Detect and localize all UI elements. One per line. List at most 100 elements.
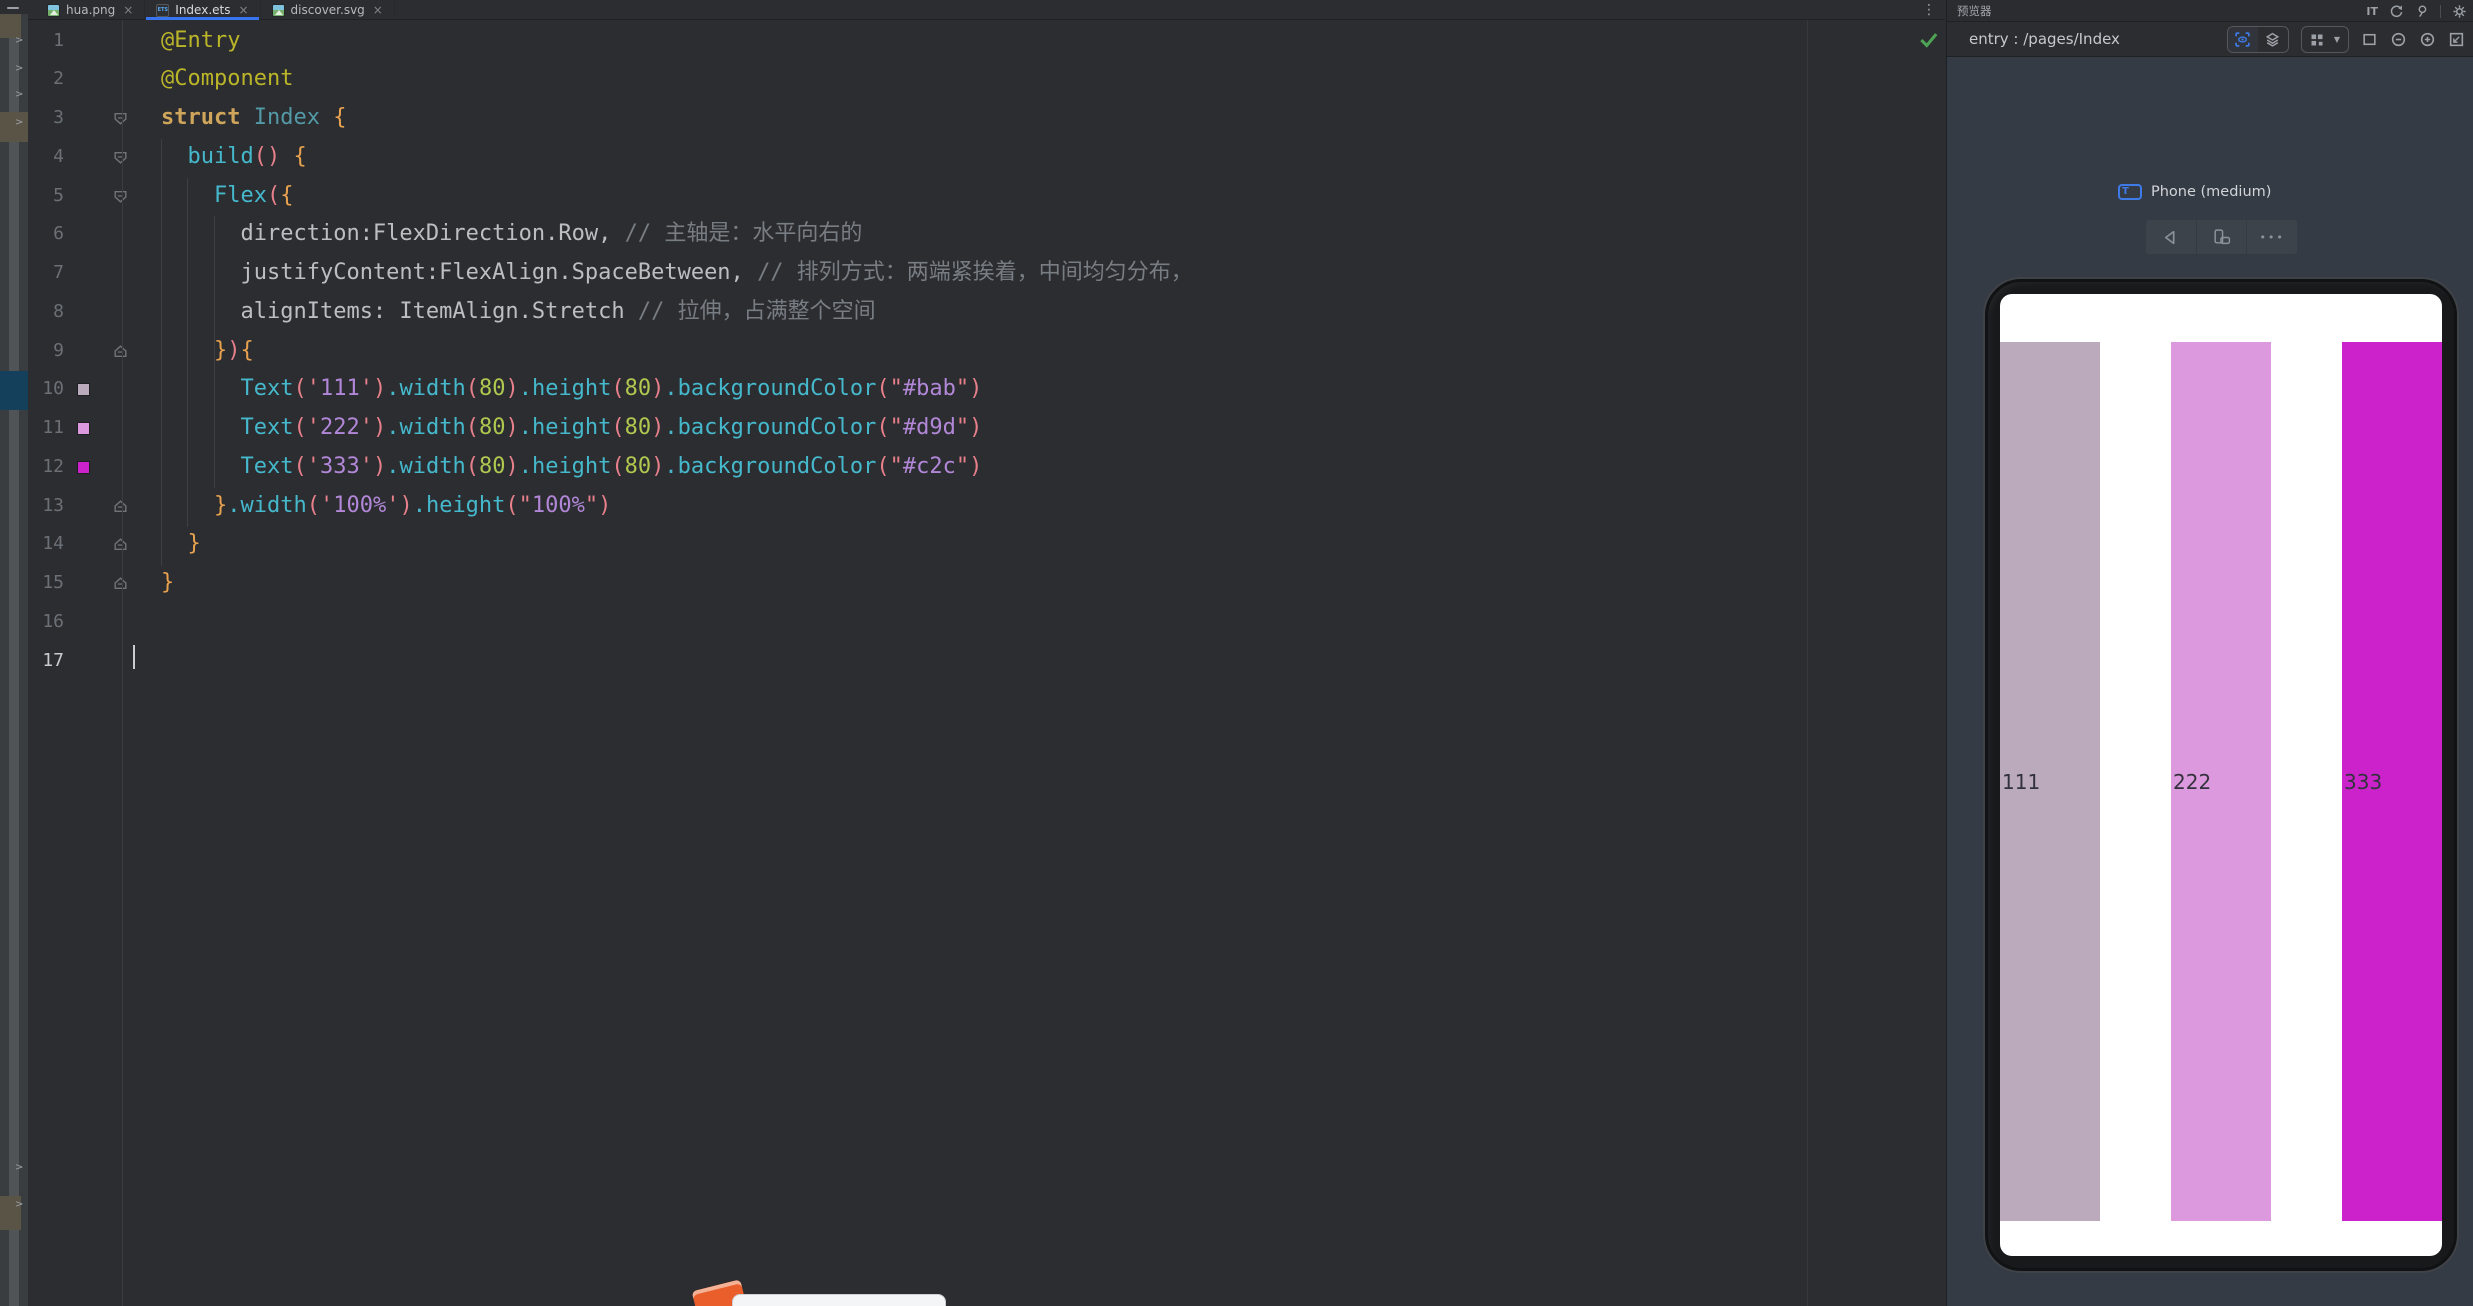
- phone-screen: 111 222 333: [2000, 294, 2442, 1256]
- line-number: 9: [53, 339, 64, 361]
- tab-label: Index.ets: [175, 3, 231, 17]
- code-line[interactable]: }: [161, 564, 174, 603]
- code-token: 80: [624, 376, 652, 402]
- line-number: 1: [53, 29, 64, 51]
- code-token: ': [306, 453, 320, 479]
- code-line[interactable]: }.width('100%').height("100%"): [161, 487, 611, 526]
- tool-strip-handle[interactable]: [7, 7, 19, 9]
- fold-close-icon[interactable]: [112, 343, 129, 360]
- code-token: ": [955, 415, 970, 441]
- code-line[interactable]: build() {: [161, 138, 307, 177]
- tree-item-block: [0, 112, 28, 142]
- color-swatch[interactable]: [77, 383, 90, 397]
- gear-icon[interactable]: [2452, 4, 2467, 19]
- code-token: (: [293, 415, 307, 441]
- close-tab-icon[interactable]: ×: [123, 4, 133, 16]
- fit-to-screen-icon[interactable]: [2448, 31, 2465, 48]
- code-token: (: [465, 376, 479, 402]
- code-token: ): [651, 453, 665, 479]
- left-tool-stripe[interactable]: > > > > > >: [0, 14, 28, 1306]
- code-line[interactable]: }){: [161, 332, 254, 371]
- editor-tab[interactable]: hua.png ×: [36, 0, 146, 20]
- code-token: 222: [319, 415, 360, 441]
- tree-chevron-icon: >: [15, 89, 24, 100]
- zoom-in-icon[interactable]: [2419, 31, 2436, 48]
- code-token: (: [876, 453, 890, 479]
- code-token: 80: [478, 415, 506, 441]
- color-swatch[interactable]: [77, 422, 90, 436]
- close-tab-icon[interactable]: ×: [373, 4, 383, 16]
- code-line[interactable]: @Entry: [161, 22, 240, 61]
- layers-button[interactable]: [2258, 27, 2288, 52]
- text-mode-icon[interactable]: IT: [2366, 5, 2378, 18]
- code-token: ": [584, 492, 599, 518]
- code-token: ': [306, 376, 320, 402]
- code-token: // 排列方式：两端紧挨着，中间均匀分布，: [757, 260, 1193, 286]
- gutter-row: 3: [28, 99, 127, 138]
- line-number: 7: [53, 262, 64, 284]
- code-token: Flex: [213, 182, 267, 208]
- code-line[interactable]: justifyContent:FlexAlign.SpaceBetween, /…: [161, 254, 1193, 293]
- components-grid-icon: [2302, 27, 2332, 52]
- line-number: 14: [42, 533, 64, 555]
- code-token: ): [651, 415, 665, 441]
- gutter-row: 12: [28, 448, 122, 487]
- code-line[interactable]: struct Index {: [161, 99, 346, 138]
- inspections-ok-check-icon[interactable]: [1919, 30, 1938, 49]
- color-swatch[interactable]: [77, 460, 90, 474]
- editor-tab[interactable]: discover.svg ×: [261, 0, 395, 20]
- code-token: }: [187, 531, 201, 557]
- code-lines[interactable]: @Entry @Component struct Index { build() {…: [161, 22, 1945, 1306]
- code-token: .backgroundColor: [664, 453, 877, 479]
- code-token: justifyContent:FlexAlign.SpaceBetween,: [240, 260, 744, 286]
- code-token: .height: [518, 415, 612, 441]
- code-token: (: [465, 453, 479, 479]
- stripe-scrollbar[interactable]: [9, 14, 19, 1306]
- gutter-row: 13: [28, 487, 127, 526]
- fold-open-icon[interactable]: [112, 110, 129, 127]
- device-selector[interactable]: T Phone (medium): [2118, 184, 2271, 200]
- more-options-button[interactable]: •••: [2246, 220, 2297, 254]
- pin-icon[interactable]: [2415, 4, 2429, 19]
- code-token: (: [293, 376, 307, 402]
- preview-item-label: 222: [2173, 769, 2212, 794]
- zoom-out-icon[interactable]: [2390, 31, 2407, 48]
- code-token: ): [505, 415, 519, 441]
- tree-chevron-icon: >: [15, 63, 24, 74]
- code-token: @Entry: [161, 27, 241, 53]
- fold-open-icon[interactable]: [112, 188, 129, 205]
- orientation-button[interactable]: [2195, 220, 2247, 254]
- code-token: {: [293, 143, 307, 169]
- ui-inspect-button[interactable]: [2227, 27, 2258, 52]
- fold-close-icon[interactable]: [112, 536, 129, 553]
- line-number: 15: [42, 572, 64, 594]
- code-editor[interactable]: 1 2 3 4 5 6 7 8 9 10 11 12 13 14 15 16 17 @Entry @Compone…: [28, 20, 1945, 1306]
- code-line[interactable]: Text('111').width(80).height(80).backgro…: [161, 370, 982, 409]
- fold-close-icon[interactable]: [112, 498, 129, 515]
- editor-tab[interactable]: ETS Index.ets ×: [145, 0, 261, 20]
- gutter-separator: [122, 20, 123, 1306]
- dropdown-arrow-icon: ▼: [2333, 35, 2340, 44]
- close-tab-icon[interactable]: ×: [238, 4, 248, 16]
- code-line[interactable]: }: [161, 525, 201, 564]
- frame-bounds-icon[interactable]: [2361, 31, 2378, 48]
- rotate-back-button[interactable]: [2146, 220, 2196, 254]
- code-line[interactable]: direction:FlexDirection.Row, // 主轴是：水平向右…: [161, 215, 862, 254]
- fold-close-icon[interactable]: [112, 575, 129, 592]
- code-line[interactable]: @Component: [161, 60, 293, 99]
- code-token: ): [372, 453, 387, 479]
- notification-popup[interactable]: [732, 1294, 946, 1306]
- editor-options-kebab-icon[interactable]: ⋮: [1921, 1, 1937, 19]
- fold-open-icon[interactable]: [112, 149, 129, 166]
- component-view-group[interactable]: ▼: [2300, 26, 2349, 53]
- right-margin-guide: [1807, 20, 1808, 1306]
- code-line[interactable]: Text('222').width(80).height(80).backgro…: [161, 409, 982, 448]
- code-line[interactable]: Flex({: [161, 177, 293, 216]
- code-token: 80: [624, 415, 652, 441]
- refresh-icon[interactable]: [2389, 4, 2404, 19]
- code-line[interactable]: alignItems: ItemAlign.Stretch // 拉伸，占满整个…: [161, 293, 875, 332]
- code-line[interactable]: Text('333').width(80).height(80).backgro…: [161, 448, 982, 487]
